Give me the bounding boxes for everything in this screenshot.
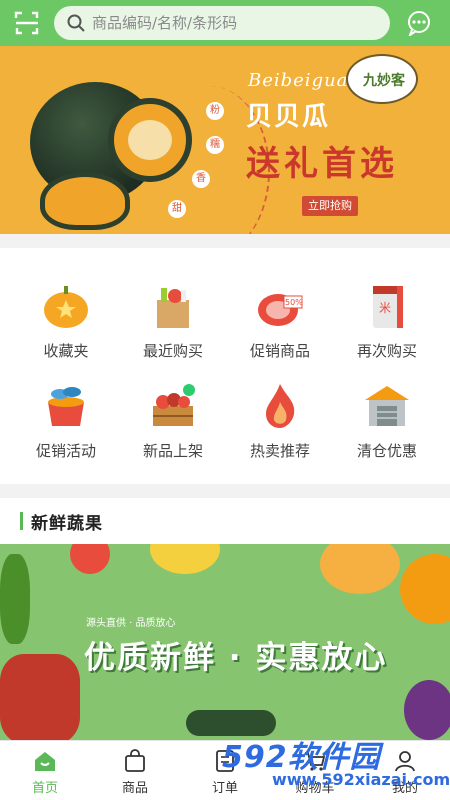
top-bar — [0, 0, 450, 46]
brand-logo-text: 九妙客 — [363, 73, 405, 89]
message-icon[interactable] — [406, 10, 432, 38]
scan-icon[interactable] — [14, 10, 40, 36]
category-rebuy[interactable]: 米 再次购买 — [331, 280, 443, 380]
search-input[interactable] — [92, 14, 372, 32]
category-label: 收藏夹 — [43, 342, 89, 360]
category-new-arrivals[interactable]: 新品上架 — [117, 380, 229, 480]
bag-icon — [123, 749, 147, 773]
search-icon — [67, 14, 85, 32]
buy-now-button[interactable]: 立即抢购 — [302, 196, 358, 216]
watermark: 592软件园 www.592xiazai.com — [222, 732, 450, 796]
grocery-bag-icon — [147, 280, 199, 332]
nav-label: 商品 — [121, 781, 148, 796]
meat-discount-icon: 50% — [254, 280, 306, 332]
nav-home[interactable]: 首页 — [0, 741, 90, 800]
section-accent-bar — [20, 512, 23, 530]
category-favorites[interactable]: 收藏夹 — [10, 280, 122, 380]
nav-label: 首页 — [31, 781, 58, 796]
watermark-url: www.592xiazai.com — [272, 770, 450, 789]
fruit-crate-icon — [147, 380, 199, 432]
banner-title: 优质新鲜 · 实惠放心 — [84, 640, 388, 676]
peas-image — [0, 554, 30, 644]
fish-bucket-icon — [40, 380, 92, 432]
banner-headline: 送礼首选 — [246, 144, 398, 184]
pumpkin-slice-image — [40, 172, 130, 230]
orange-image — [320, 544, 400, 594]
section-title: 新鲜蔬果 — [31, 513, 103, 534]
section-header: 新鲜蔬果 — [0, 498, 450, 544]
fire-icon — [254, 380, 306, 432]
orange-slice-image — [400, 554, 450, 624]
category-recent[interactable]: 最近购买 — [117, 280, 229, 380]
category-label: 促销活动 — [35, 442, 96, 460]
category-label: 再次购买 — [356, 342, 417, 360]
svg-text:50%: 50% — [285, 298, 303, 307]
taste-label: 糯 — [206, 136, 224, 154]
category-hot[interactable]: 热卖推荐 — [224, 380, 336, 480]
category-promo-activity[interactable]: 促销活动 — [10, 380, 122, 480]
search-box[interactable] — [54, 6, 390, 40]
category-clearance[interactable]: 清仓优惠 — [331, 380, 443, 480]
banner-cn-title: 贝贝瓜 — [246, 102, 331, 132]
category-label: 热卖推荐 — [249, 442, 310, 460]
banner-en-title: Beibeigua — [248, 70, 349, 91]
fresh-produce-banner[interactable]: 源头直供 · 品质放心 优质新鲜 · 实惠放心 — [0, 544, 450, 740]
brand-logo: 九妙客 — [346, 54, 418, 104]
promo-banner[interactable]: 粉 糯 香 甜 Beibeigua 贝贝瓜 送礼首选 立即抢购 九妙客 — [0, 46, 450, 234]
lemon-image — [150, 544, 220, 574]
category-promo-goods[interactable]: 50% 促销商品 — [224, 280, 336, 380]
svg-text:米: 米 — [379, 301, 391, 315]
category-label: 促销商品 — [249, 342, 310, 360]
tomato-image — [70, 544, 110, 574]
nav-goods[interactable]: 商品 — [90, 741, 180, 800]
category-label: 最近购买 — [142, 342, 203, 360]
category-label: 清仓优惠 — [356, 442, 417, 460]
home-icon — [33, 749, 57, 773]
rice-bag-icon: 米 — [361, 280, 413, 332]
category-grid: 收藏夹 最近购买 50% 促销商品 米 再次购买 促销活动 新品上架 热卖推荐 … — [0, 248, 450, 484]
peppers-image — [0, 654, 80, 740]
taste-label: 粉 — [206, 102, 224, 120]
pumpkin-star-icon — [40, 280, 92, 332]
taste-label: 甜 — [168, 200, 186, 218]
category-label: 新品上架 — [142, 442, 203, 460]
taste-label: 香 — [192, 170, 210, 188]
eggplant-image — [404, 680, 450, 740]
warehouse-icon — [361, 380, 413, 432]
banner-subtitle: 源头直供 · 品质放心 — [86, 618, 176, 629]
